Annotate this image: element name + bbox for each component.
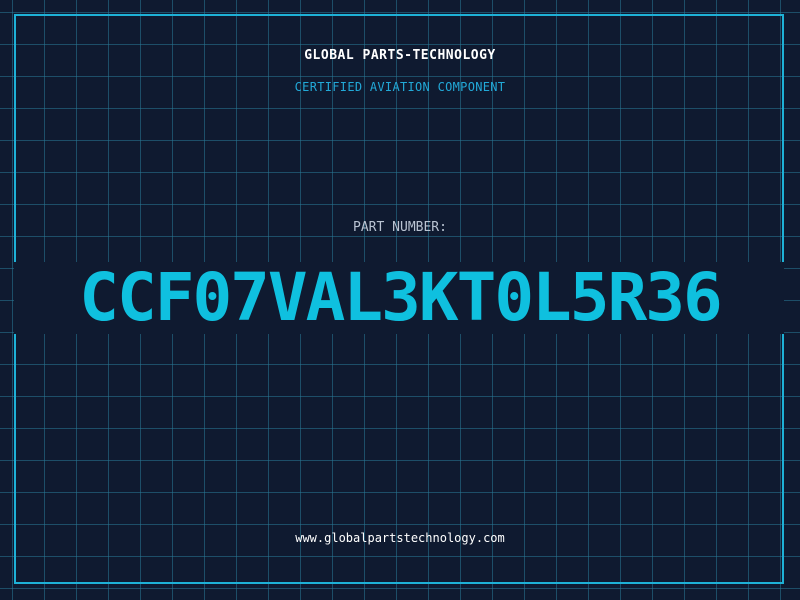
part-number-label: PART NUMBER: [353,220,447,235]
website-link[interactable]: www.globalpartstechnology.com [0,531,800,545]
certification-subtitle: CERTIFIED AVIATION COMPONENT [294,80,506,94]
part-number-value: CCF07VAL3KT0L5R36 [79,259,723,336]
company-name: GLOBAL PARTS-TECHNOLOGY [304,48,496,63]
part-label-page: GLOBAL PARTS-TECHNOLOGY CERTIFIED AVIATI… [0,0,800,600]
